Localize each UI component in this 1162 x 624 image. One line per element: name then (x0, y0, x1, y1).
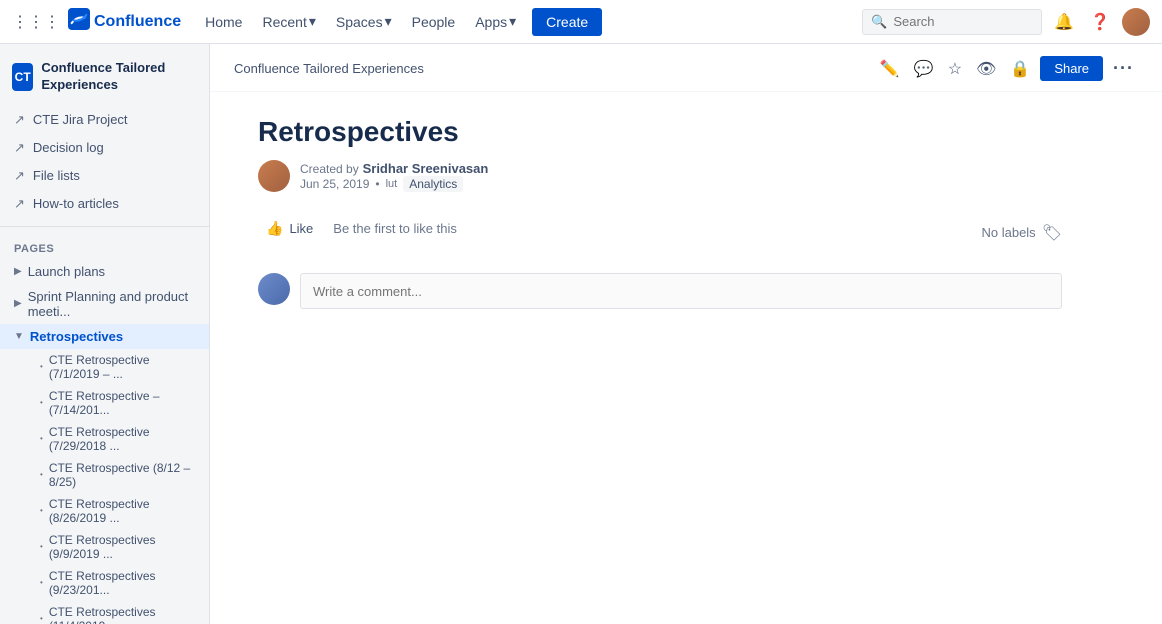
bullet-icon: • (40, 506, 43, 515)
grid-icon[interactable]: ⋮⋮⋮ (12, 12, 60, 32)
list-item[interactable]: • CTE Retrospective – (7/14/201... (0, 385, 209, 421)
restrict-icon[interactable]: 🔒 (1006, 55, 1034, 83)
list-item[interactable]: • CTE Retrospective (7/29/2018 ... (0, 421, 209, 457)
like-button[interactable]: 👍 Like (258, 216, 321, 241)
be-first-text: Be the first to like this (333, 221, 457, 236)
list-item[interactable]: • CTE Retrospective (8/26/2019 ... (0, 493, 209, 529)
search-icon: 🔍 (871, 14, 887, 30)
page-body: Retrospectives Created by Sridhar Sreeni… (210, 92, 1110, 349)
list-item[interactable]: • CTE Retrospective (8/12 – 8/25) (0, 457, 209, 493)
confluence-logo-text: Confluence (94, 13, 181, 31)
user-avatar[interactable] (1122, 8, 1150, 36)
more-options-icon[interactable]: ··· (1109, 54, 1138, 83)
comment-icon[interactable]: 💬 (910, 55, 938, 83)
comment-input[interactable] (300, 273, 1062, 309)
external-link-icon-4: ↗ (14, 196, 25, 212)
no-labels-text: No labels (981, 225, 1035, 240)
sidebar-page-retrospectives[interactable]: ▼ Retrospectives (0, 324, 209, 349)
sidebar-page-sprint[interactable]: ▶ Sprint Planning and product meeti... (0, 284, 209, 324)
page-title: Retrospectives (258, 116, 1062, 148)
bullet-icon: • (40, 542, 43, 551)
star-icon[interactable]: ☆ (944, 55, 966, 83)
confluence-logo[interactable]: Confluence (68, 8, 181, 36)
nav-home[interactable]: Home (197, 10, 250, 34)
watch-icon[interactable]: 👁 (972, 55, 1000, 83)
breadcrumb-bar: Confluence Tailored Experiences ✏️ 💬 ☆ 👁… (210, 44, 1162, 92)
chevron-down-icon: ▼ (14, 331, 24, 342)
help-icon[interactable]: ❓ (1086, 8, 1114, 36)
top-navigation: ⋮⋮⋮ Confluence Home Recent ▾ Spaces ▾ Pe… (0, 0, 1162, 44)
bullet-icon: • (40, 398, 43, 407)
nav-apps[interactable]: Apps ▾ (467, 9, 524, 34)
comment-section (258, 273, 1062, 309)
sidebar-space-header[interactable]: CT Confluence Tailored Experiences (0, 52, 209, 106)
bullet-icon: • (40, 470, 43, 479)
breadcrumb: Confluence Tailored Experiences (234, 61, 424, 76)
analytics-label: lut (386, 178, 398, 190)
edit-icon[interactable]: ✏️ (876, 55, 904, 83)
external-link-icon: ↗ (14, 112, 25, 128)
thumbs-up-icon: 👍 (266, 220, 283, 237)
chevron-right-icon-2: ▶ (14, 298, 22, 309)
search-input[interactable] (893, 14, 1023, 29)
nav-people[interactable]: People (404, 10, 464, 34)
reactions-labels-row: 👍 Like Be the first to like this No labe… (258, 216, 1062, 253)
app-layout: CT Confluence Tailored Experiences ↗ CTE… (0, 44, 1162, 624)
sidebar: CT Confluence Tailored Experiences ↗ CTE… (0, 44, 210, 624)
confluence-icon (68, 8, 90, 36)
meta-separator: • (375, 177, 379, 191)
bullet-icon: • (40, 578, 43, 587)
notification-icon[interactable]: 🔔 (1050, 8, 1078, 36)
external-link-icon-2: ↗ (14, 140, 25, 156)
created-by-label: Created by (300, 162, 359, 176)
nav-recent[interactable]: Recent ▾ (254, 9, 323, 34)
meta-details: Created by Sridhar Sreenivasan Jun 25, 2… (300, 160, 488, 192)
share-button[interactable]: Share (1040, 56, 1103, 81)
sidebar-link-files[interactable]: ↗ File lists (0, 162, 209, 190)
sidebar-links: ↗ CTE Jira Project ↗ Decision log ↗ File… (0, 106, 209, 218)
author-name: Sridhar Sreenivasan (363, 161, 489, 176)
space-icon: CT (12, 63, 33, 91)
list-item[interactable]: • CTE Retrospectives (9/9/2019 ... (0, 529, 209, 565)
sidebar-link-howto[interactable]: ↗ How-to articles (0, 190, 209, 218)
chevron-right-icon: ▶ (14, 266, 22, 277)
author-avatar (258, 160, 290, 192)
sidebar-link-jira[interactable]: ↗ CTE Jira Project (0, 106, 209, 134)
sidebar-page-launch[interactable]: ▶ Launch plans (0, 259, 209, 284)
bullet-icon: • (40, 362, 43, 371)
bullet-icon: • (40, 614, 43, 623)
analytics-tag[interactable]: Analytics (403, 176, 463, 192)
nav-right-section: 🔍 🔔 ❓ (862, 8, 1150, 36)
list-item[interactable]: • CTE Retrospectives (11/4/2019 ... (0, 601, 209, 624)
nav-spaces[interactable]: Spaces ▾ (328, 9, 400, 34)
label-tag-icon[interactable]: 🏷 (1042, 223, 1062, 243)
page-meta: Created by Sridhar Sreenivasan Jun 25, 2… (258, 160, 1062, 192)
space-name: Confluence Tailored Experiences (41, 60, 197, 94)
labels-row: No labels 🏷 (981, 219, 1062, 251)
sidebar-link-decision[interactable]: ↗ Decision log (0, 134, 209, 162)
external-link-icon-3: ↗ (14, 168, 25, 184)
search-box[interactable]: 🔍 (862, 9, 1042, 35)
commenter-avatar (258, 273, 290, 305)
main-content: Confluence Tailored Experiences ✏️ 💬 ☆ 👁… (210, 44, 1162, 624)
pages-section-label: PAGES (0, 235, 209, 259)
created-date: Jun 25, 2019 (300, 177, 369, 191)
create-button[interactable]: Create (532, 8, 602, 36)
sidebar-divider (0, 226, 209, 227)
breadcrumb-actions: ✏️ 💬 ☆ 👁 🔒 Share ··· (876, 54, 1138, 83)
list-item[interactable]: • CTE Retrospectives (9/23/201... (0, 565, 209, 601)
bullet-icon: • (40, 434, 43, 443)
list-item[interactable]: • CTE Retrospective (7/1/2019 – ... (0, 349, 209, 385)
reactions-row: 👍 Like Be the first to like this (258, 216, 457, 241)
